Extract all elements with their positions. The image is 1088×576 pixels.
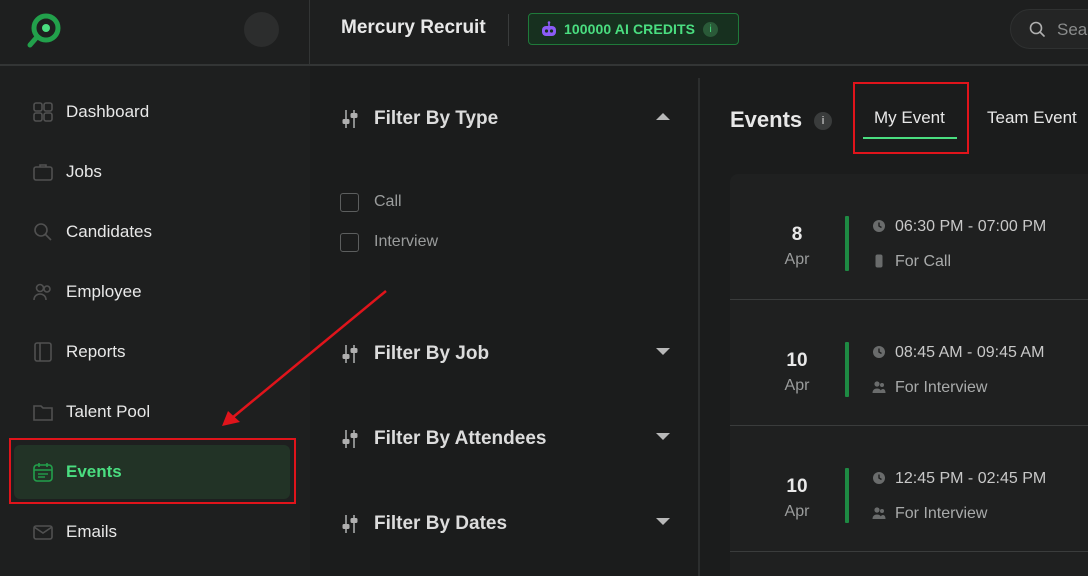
sidebar-item-label: Candidates [66, 222, 153, 241]
annotation-highlight-events [9, 438, 296, 504]
event-list: 8 Apr 06:30 PM - 07:00 PM For Call 10 Ap… [730, 174, 1088, 576]
event-month: Apr [784, 503, 810, 520]
sidebar-item-label: Reports [66, 342, 126, 361]
filter-title: Filter By Attendees [374, 428, 547, 449]
filter-by-job-header[interactable]: Filter By Job [340, 339, 670, 369]
robot-icon [542, 21, 556, 36]
sidebar-item-label: Jobs [66, 162, 102, 181]
event-month: Apr [784, 377, 810, 394]
info-icon[interactable]: i [814, 112, 832, 130]
event-card[interactable]: 10 Apr 08:45 AM - 09:45 AM For Interview [730, 300, 1088, 426]
event-type: For Interview [895, 505, 988, 522]
app-title: Mercury Recruit [341, 17, 486, 38]
event-month: Apr [784, 251, 810, 268]
filter-by-type-header[interactable]: Filter By Type [340, 104, 670, 134]
users-icon [872, 381, 886, 393]
clock-icon [873, 346, 885, 358]
event-day: 10 [786, 350, 808, 371]
sliders-icon [342, 345, 358, 363]
events-panel: Events i My Event Team Event 8 Apr 06:30… [700, 66, 1088, 576]
filter-option-interview[interactable]: Interview [340, 231, 438, 253]
sidebar-item-label: Emails [66, 522, 118, 541]
sliders-icon [342, 110, 358, 128]
search-user-icon [34, 223, 52, 241]
sliders-icon [342, 515, 358, 533]
sidebar-item-label: Talent Pool [66, 402, 151, 421]
sidebar-item-talent-pool[interactable]: Talent Pool [14, 385, 290, 439]
sidebar-item-jobs[interactable]: Jobs [14, 145, 290, 199]
mail-icon [33, 525, 53, 540]
clock-icon [873, 220, 885, 232]
credits-info-icon[interactable]: i [703, 21, 719, 37]
sidebar-item-employee[interactable]: Employee [14, 265, 290, 319]
report-icon [34, 342, 52, 362]
sidebar-item-label: Employee [66, 282, 142, 301]
filter-panel: Filter By Type Call Interview Filter By … [310, 66, 698, 576]
briefcase-icon [33, 164, 53, 181]
filter-title: Filter By Type [374, 108, 499, 129]
header-divider [508, 14, 509, 46]
events-title: Events [730, 107, 803, 132]
sidebar-item-label: Dashboard [66, 102, 150, 121]
search-icon [1029, 21, 1045, 37]
sliders-icon [342, 430, 358, 448]
filter-option-label: Call [374, 193, 402, 210]
event-card[interactable]: 10 Apr 12:45 PM - 02:45 PM For Interview [730, 426, 1088, 552]
filter-by-attendees-header[interactable]: Filter By Attendees [340, 424, 670, 454]
filter-option-call[interactable]: Call [340, 191, 402, 213]
sidebar-item-candidates[interactable]: Candidates [14, 205, 290, 259]
chevron-down-icon[interactable] [656, 433, 670, 440]
filter-by-dates-header[interactable]: Filter By Dates [340, 509, 670, 539]
call-checkbox[interactable] [340, 192, 359, 212]
filter-option-label: Interview [374, 233, 439, 250]
interview-checkbox[interactable] [340, 232, 359, 252]
filter-title: Filter By Dates [374, 513, 508, 534]
folder-icon [33, 405, 53, 421]
dashboard-icon [33, 102, 53, 122]
tab-team-event[interactable]: Team Event [987, 108, 1077, 128]
event-time: 12:45 PM - 02:45 PM [895, 470, 1047, 487]
event-indicator-bar [845, 468, 849, 523]
filter-title: Filter By Job [374, 343, 490, 364]
phone-icon [875, 254, 883, 268]
event-time: 08:45 AM - 09:45 AM [895, 344, 1045, 361]
ai-credits-text: 100000 AI CREDITS [564, 21, 696, 37]
chevron-up-icon[interactable] [656, 113, 670, 120]
sidebar-collapse-button[interactable] [244, 12, 279, 47]
sidebar-item-reports[interactable]: Reports [14, 325, 290, 379]
users-icon [33, 283, 51, 301]
event-indicator-bar [845, 342, 849, 397]
users-icon [872, 507, 886, 519]
event-day: 10 [786, 476, 808, 497]
annotation-highlight-my-event [853, 82, 969, 154]
event-card[interactable]: 8 Apr 06:30 PM - 07:00 PM For Call [730, 174, 1088, 300]
app-logo-icon[interactable] [24, 12, 66, 50]
event-indicator-bar [845, 216, 849, 271]
logo-area [0, 0, 310, 64]
chevron-down-icon[interactable] [656, 348, 670, 355]
top-bar: Mercury Recruit 100000 AI CREDITS i Sear… [0, 0, 1088, 66]
event-time: 06:30 PM - 07:00 PM [895, 218, 1047, 235]
sidebar-item-emails[interactable]: Emails [14, 505, 290, 559]
search-input[interactable]: Search [1010, 9, 1088, 49]
sidebar-item-dashboard[interactable]: Dashboard [14, 85, 290, 139]
event-day: 8 [791, 224, 803, 245]
search-placeholder: Search [1057, 20, 1088, 39]
event-type: For Interview [895, 379, 988, 396]
ai-credits-badge[interactable]: 100000 AI CREDITS i [528, 13, 739, 45]
clock-icon [873, 472, 885, 484]
event-type: For Call [895, 253, 952, 270]
chevron-down-icon[interactable] [656, 518, 670, 525]
